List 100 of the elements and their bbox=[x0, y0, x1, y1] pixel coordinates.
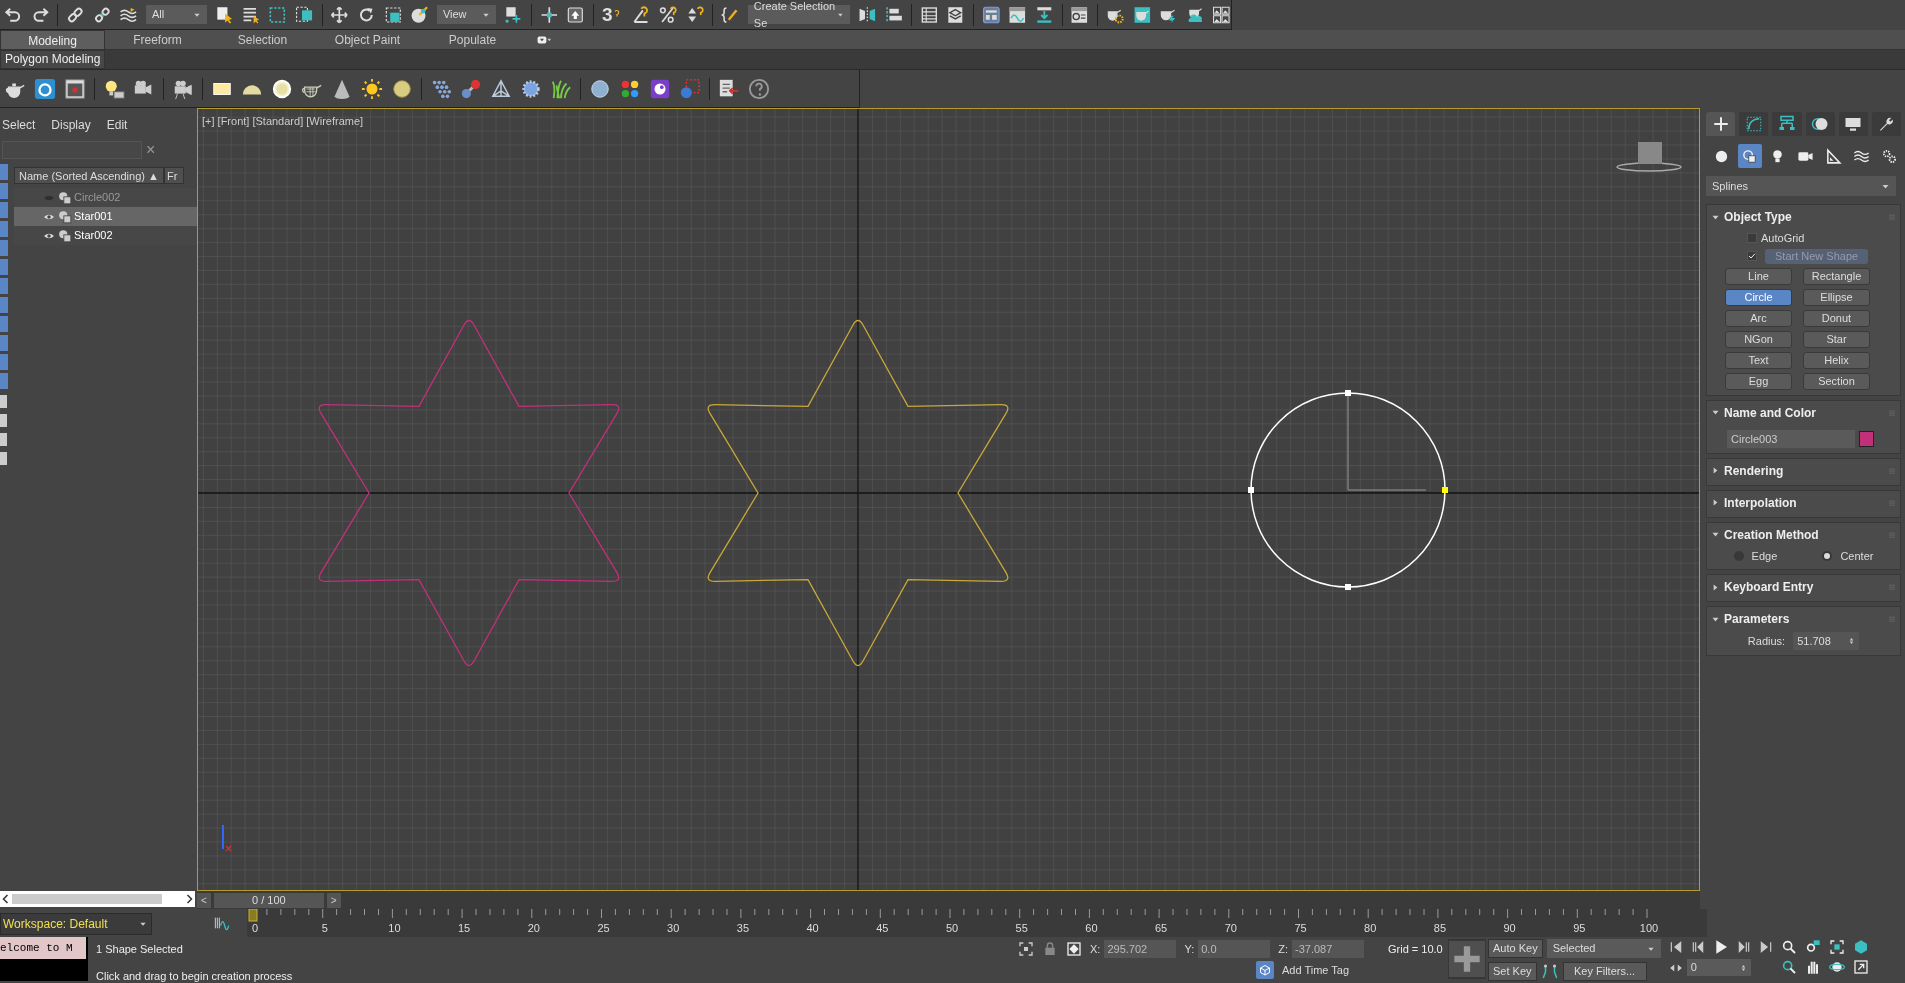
reference-coordinate-dropdown[interactable]: View bbox=[436, 5, 497, 24]
paint-icon[interactable] bbox=[649, 77, 671, 100]
previous-key-icon[interactable] bbox=[1690, 940, 1705, 954]
rollout-header[interactable]: Rendering bbox=[1711, 461, 1896, 480]
checkbox[interactable] bbox=[1747, 233, 1757, 244]
previous-frame-button[interactable]: < bbox=[197, 892, 211, 908]
object-type-button[interactable]: Circle bbox=[1725, 288, 1792, 306]
maximize-icon[interactable] bbox=[1852, 959, 1869, 975]
panel-tab[interactable] bbox=[1739, 112, 1769, 136]
rollout-header[interactable]: Creation Method bbox=[1711, 525, 1896, 544]
panel-tab[interactable] bbox=[1871, 112, 1902, 136]
object-type-button[interactable]: Rectangle bbox=[1803, 267, 1870, 285]
snap-toggle[interactable]: 3 bbox=[601, 4, 613, 25]
zoom-extents-icon[interactable] bbox=[1828, 939, 1845, 955]
object-type-button[interactable]: Star bbox=[1803, 330, 1870, 348]
ribbon-tab[interactable]: Modeling bbox=[0, 30, 105, 49]
create-icon bbox=[1711, 115, 1730, 133]
scrollbar-thumb[interactable] bbox=[12, 894, 162, 904]
menu-item[interactable]: Select bbox=[2, 116, 36, 134]
sphere-icon[interactable] bbox=[391, 77, 413, 100]
ribbon-tab[interactable]: Freeform bbox=[105, 30, 210, 49]
render-window-icon[interactable] bbox=[64, 77, 86, 100]
zoom-all-icon[interactable] bbox=[1804, 939, 1821, 955]
ribbon-tab[interactable]: Selection bbox=[210, 30, 315, 49]
sun-icon[interactable] bbox=[361, 77, 383, 100]
object-type-button[interactable]: Egg bbox=[1725, 372, 1792, 390]
category-dropdown[interactable]: Splines bbox=[1706, 176, 1896, 196]
rollout-header[interactable]: Parameters bbox=[1711, 610, 1896, 628]
rollout-header[interactable]: Name and Color bbox=[1711, 403, 1896, 422]
lock-icon[interactable] bbox=[1042, 941, 1058, 957]
orbit-icon[interactable] bbox=[1828, 959, 1845, 975]
absolute-mode-icon[interactable] bbox=[1066, 941, 1082, 957]
rollout-header[interactable]: Interpolation bbox=[1711, 493, 1896, 512]
panel-tab[interactable] bbox=[1838, 112, 1868, 136]
object-type-button[interactable]: Helix bbox=[1803, 351, 1870, 369]
current-frame-field[interactable]: 0 bbox=[1686, 959, 1751, 976]
set-key-icon[interactable] bbox=[1448, 939, 1486, 979]
key-filters-button[interactable]: Key Filters... bbox=[1562, 962, 1647, 981]
name-field[interactable]: Circle003 bbox=[1727, 429, 1855, 448]
field-of-view-icon[interactable] bbox=[1780, 959, 1797, 975]
color-swatch[interactable] bbox=[1859, 430, 1874, 447]
column-header[interactable]: Name (Sorted Ascending) ▲ bbox=[14, 167, 164, 184]
next-key-icon[interactable] bbox=[1736, 940, 1751, 954]
curve-editor-icon[interactable] bbox=[213, 915, 231, 931]
coordinate-field[interactable]: 0.0 bbox=[1198, 940, 1271, 958]
zoom-extents-all-icon[interactable] bbox=[1852, 939, 1869, 955]
panel-tab[interactable] bbox=[1805, 112, 1835, 136]
set-key-button[interactable]: Set Key bbox=[1488, 962, 1537, 981]
clear-button[interactable]: × bbox=[146, 138, 156, 162]
object-type-button[interactable]: Line bbox=[1725, 267, 1792, 285]
object-type-button[interactable]: Text bbox=[1725, 351, 1792, 369]
rollout-header[interactable]: Object Type bbox=[1711, 208, 1896, 226]
horizontal-scrollbar[interactable] bbox=[0, 891, 195, 907]
spinner-field[interactable]: 51.708 bbox=[1793, 632, 1860, 650]
viewport-label[interactable]: [+] [Front] [Standard] [Wireframe] bbox=[202, 113, 364, 130]
viewcube-icon[interactable] bbox=[1616, 142, 1682, 172]
menu-item[interactable]: Display bbox=[51, 116, 91, 134]
object-type-button[interactable]: Arc bbox=[1725, 309, 1792, 327]
workspace-dropdown[interactable]: Workspace: Default bbox=[0, 913, 152, 935]
column-header[interactable]: Fr bbox=[164, 167, 184, 184]
molecule-icon[interactable] bbox=[460, 77, 482, 100]
ribbon-tab[interactable]: Object Paint bbox=[315, 30, 420, 49]
rollout-header[interactable]: Keyboard Entry bbox=[1711, 578, 1896, 596]
radio-button[interactable] bbox=[1822, 550, 1833, 561]
go-to-end-icon[interactable] bbox=[1758, 940, 1773, 954]
coordinate-field[interactable]: 295.702 bbox=[1104, 940, 1177, 958]
add-time-tag[interactable]: Add Time Tag bbox=[1282, 961, 1350, 979]
checkbox[interactable] bbox=[1747, 251, 1757, 261]
selection-filter-dropdown[interactable]: All bbox=[145, 5, 208, 24]
object-type-button[interactable]: Section bbox=[1803, 372, 1870, 390]
track-bar[interactable]: 0 5 10 15 20 25 30 35 40 45 50 55 60 65 70 75 80 85 90 95 100 bbox=[247, 909, 1707, 937]
panel-tab[interactable] bbox=[1772, 112, 1802, 136]
next-frame-button[interactable]: > bbox=[326, 892, 341, 908]
go-to-start-icon[interactable] bbox=[1668, 940, 1683, 954]
time-slider-position[interactable]: 0 / 100 bbox=[213, 892, 324, 908]
object-type-button[interactable]: NGon bbox=[1725, 330, 1792, 348]
ribbon-panel-button[interactable]: Polygon Modeling bbox=[0, 50, 106, 69]
auto-key-button[interactable]: Auto Key bbox=[1488, 939, 1543, 958]
pyramid-icon[interactable] bbox=[490, 77, 512, 100]
menu-item[interactable]: Edit bbox=[106, 116, 128, 134]
key-filter-icon[interactable] bbox=[1540, 962, 1559, 981]
isolate-icon[interactable] bbox=[1018, 941, 1034, 957]
panel-tab[interactable] bbox=[1706, 112, 1736, 136]
key-mode-dropdown[interactable]: Selected bbox=[1546, 939, 1661, 958]
maxscript-listener[interactable]: elcome to M bbox=[0, 937, 86, 959]
object-type-button[interactable]: Donut bbox=[1803, 309, 1870, 327]
category-button[interactable] bbox=[1737, 144, 1762, 168]
spiky-ball-icon[interactable] bbox=[520, 77, 542, 100]
sphere-icon[interactable] bbox=[589, 77, 611, 100]
time-tag-icon[interactable] bbox=[1256, 961, 1274, 979]
ribbon-tab[interactable]: Populate bbox=[420, 30, 525, 49]
scene-row[interactable]: Star001 bbox=[14, 207, 197, 226]
help-icon[interactable] bbox=[748, 77, 770, 100]
object-type-button[interactable]: Ellipse bbox=[1803, 288, 1870, 306]
frame-number: 5 bbox=[321, 922, 328, 934]
zoom-icon[interactable] bbox=[1780, 939, 1797, 955]
coordinate-field[interactable]: -37.087 bbox=[1292, 940, 1364, 958]
current-frame-marker[interactable] bbox=[248, 909, 258, 922]
grass-icon[interactable] bbox=[550, 77, 572, 100]
ring-icon[interactable] bbox=[271, 77, 293, 100]
